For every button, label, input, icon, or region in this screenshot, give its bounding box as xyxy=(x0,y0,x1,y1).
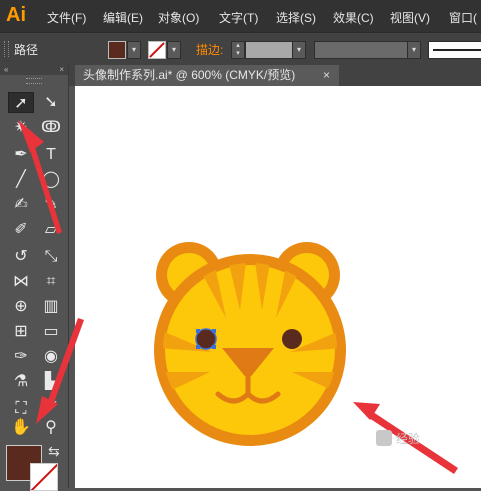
menu-type[interactable]: 文字(T) xyxy=(219,9,258,26)
rotate-tool-icon[interactable]: ↺ xyxy=(8,246,34,267)
close-tab-icon[interactable]: × xyxy=(323,65,330,86)
menu-file[interactable]: 文件(F) xyxy=(47,9,86,26)
pencil-tool-icon[interactable]: ✎ xyxy=(38,194,64,215)
hand-tool-icon[interactable]: ✋ xyxy=(8,417,34,438)
fill-swatch[interactable] xyxy=(108,41,126,59)
swap-fill-stroke-icon[interactable]: ⇆ xyxy=(48,443,60,460)
magic-wand-tool-icon[interactable]: ✷ xyxy=(8,117,34,138)
watermark-logo-icon xyxy=(376,430,392,446)
fill-dropdown-icon[interactable]: ▾ xyxy=(127,41,141,59)
illustrator-logo: Ai xyxy=(6,4,26,26)
tools-panel: « × ➚ ➘ ✷ ↂ ✒ T ╱ ◯ ✍ ✎ ✐ ▱ ↺ ⤡ ⋈ ⌗ ⊕ ▥ … xyxy=(0,65,69,491)
stroke-weight-input[interactable] xyxy=(245,41,293,59)
eraser-tool-icon[interactable]: ▱ xyxy=(38,219,64,240)
document-tab-title: 头像制作系列.ai* @ 600% (CMYK/预览) xyxy=(83,68,296,82)
tools-panel-header: « × xyxy=(0,65,68,75)
menu-effect[interactable]: 效果(C) xyxy=(333,9,374,26)
brush-definition[interactable] xyxy=(428,41,481,59)
tools-panel-grip[interactable] xyxy=(26,78,42,84)
eyedropper-tool-icon[interactable]: ✑ xyxy=(8,346,34,367)
slice-tool-icon[interactable]: ⟋ xyxy=(38,398,64,419)
column-graph-tool-icon[interactable]: ▙ xyxy=(38,371,64,392)
width-tool-icon[interactable]: ⋈ xyxy=(8,271,34,292)
stroke-weight-dropdown-icon[interactable]: ▾ xyxy=(292,41,306,59)
selection-tool-icon[interactable]: ➚ xyxy=(8,92,34,113)
panel-grip[interactable] xyxy=(4,41,9,57)
blob-brush-tool-icon[interactable]: ✐ xyxy=(8,219,34,240)
variable-width-profile[interactable] xyxy=(314,41,408,59)
lasso-tool-icon[interactable]: ↂ xyxy=(38,117,64,138)
gradient-tool-icon[interactable]: ▭ xyxy=(38,321,64,342)
menu-select[interactable]: 选择(S) xyxy=(276,9,316,26)
pen-tool-icon[interactable]: ✒ xyxy=(8,144,34,165)
blend-tool-icon[interactable]: ◉ xyxy=(38,346,64,367)
menu-object[interactable]: 对象(O) xyxy=(158,9,199,26)
watermark-text: 经验 xyxy=(396,432,421,446)
scale-tool-icon[interactable]: ⤡ xyxy=(38,246,64,267)
close-panel-icon[interactable]: × xyxy=(59,65,64,75)
shape-builder-tool-icon[interactable]: ⊕ xyxy=(8,296,34,317)
stroke-dropdown-icon[interactable]: ▾ xyxy=(167,41,181,59)
stroke-swatch[interactable] xyxy=(148,41,166,59)
document-tab[interactable]: 头像制作系列.ai* @ 600% (CMYK/预览) × xyxy=(75,65,339,86)
stroke-weight-label[interactable]: 描边: xyxy=(196,41,223,58)
direct-selection-tool-icon[interactable]: ➘ xyxy=(38,92,64,113)
free-transform-tool-icon[interactable]: ⌗ xyxy=(38,271,64,292)
control-bar: 路径 ▾ ▾ 描边: ▴ ▾ ▾ ▾ xyxy=(0,32,481,66)
document-tab-bar: 头像制作系列.ai* @ 600% (CMYK/预览) × xyxy=(69,65,481,86)
ellipse-tool-icon[interactable]: ◯ xyxy=(38,169,64,190)
stroke-color-box[interactable] xyxy=(30,463,58,491)
zoom-tool-icon[interactable]: ⚲ xyxy=(38,417,64,438)
menu-view[interactable]: 视图(V) xyxy=(390,9,430,26)
type-tool-icon[interactable]: T xyxy=(38,144,64,165)
mesh-tool-icon[interactable]: ⊞ xyxy=(8,321,34,342)
paintbrush-tool-icon[interactable]: ✍ xyxy=(8,194,34,215)
collapse-icon[interactable]: « xyxy=(4,65,8,75)
perspective-grid-tool-icon[interactable]: ▥ xyxy=(38,296,64,317)
selection-type-label: 路径 xyxy=(14,43,39,57)
symbol-sprayer-tool-icon[interactable]: ⚗ xyxy=(8,371,34,392)
menu-edit[interactable]: 编辑(E) xyxy=(103,9,143,26)
artboard-tool-icon[interactable]: ⛶ xyxy=(8,398,34,419)
menu-window[interactable]: 窗口( xyxy=(449,9,477,26)
profile-dropdown-icon[interactable]: ▾ xyxy=(407,41,421,59)
watermark: 经验 xyxy=(376,428,481,448)
line-segment-tool-icon[interactable]: ╱ xyxy=(8,169,34,190)
stroke-weight-spinner[interactable]: ▴ ▾ xyxy=(231,41,245,59)
menu-bar: Ai 文件(F) 编辑(E) 对象(O) 文字(T) 选择(S) 效果(C) 视… xyxy=(0,0,481,32)
